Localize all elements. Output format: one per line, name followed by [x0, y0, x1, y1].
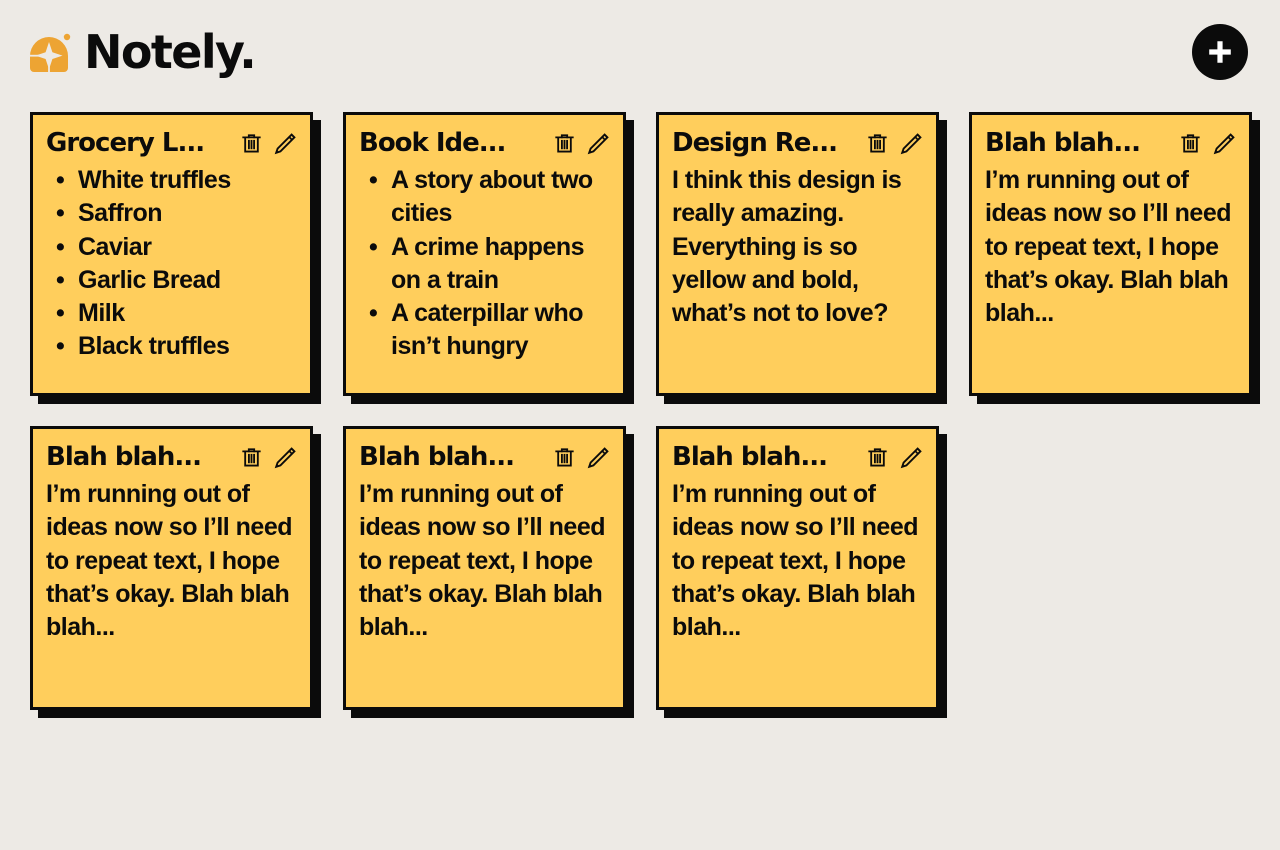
- note-body: I’m running out of ideas now so I’ll nee…: [985, 166, 1232, 328]
- note-list-item: Caviar: [50, 231, 297, 265]
- note-list-item: Black truffles: [50, 330, 297, 364]
- note-card[interactable]: Blah blah... I’m running out of ideas now…: [656, 426, 939, 710]
- note-title: Design Re...: [672, 129, 838, 158]
- add-note-button[interactable]: [1192, 24, 1248, 80]
- pencil-icon[interactable]: [1212, 131, 1236, 157]
- note-header: Blah blah...: [672, 443, 923, 472]
- notes-grid: Grocery L... White trufflesSaffronCaviarG…: [30, 112, 1258, 710]
- note-header: Blah blah...: [359, 443, 610, 472]
- note-header: Grocery L...: [46, 129, 297, 158]
- note-card[interactable]: Book Ide... A story about two citiesA cri…: [343, 112, 626, 396]
- note-title: Grocery L...: [46, 129, 205, 158]
- note-list: A story about two citiesA crime happens …: [359, 164, 610, 364]
- note-header: Blah blah...: [46, 443, 297, 472]
- note-list-item: Milk: [50, 297, 297, 331]
- note-title: Blah blah...: [46, 443, 202, 472]
- brand: Notely.: [26, 22, 257, 82]
- pencil-icon[interactable]: [899, 131, 923, 157]
- note-title: Blah blah...: [359, 443, 515, 472]
- note-card[interactable]: Grocery L... White trufflesSaffronCaviarG…: [30, 112, 313, 396]
- note-card[interactable]: Design Re... I think this design is reall…: [656, 112, 939, 396]
- note-title: Blah blah...: [985, 129, 1141, 158]
- pencil-icon[interactable]: [586, 131, 610, 157]
- note-list: White trufflesSaffronCaviarGarlic BreadM…: [46, 164, 297, 364]
- note-card[interactable]: Blah blah... I’m running out of ideas now…: [969, 112, 1252, 396]
- pencil-icon[interactable]: [586, 445, 610, 471]
- trash-icon[interactable]: [239, 445, 263, 471]
- note-actions: [552, 131, 610, 157]
- trash-icon[interactable]: [552, 131, 576, 157]
- note-list-item: A story about two cities: [363, 164, 610, 231]
- note-list-item: A crime happens on a train: [363, 231, 610, 298]
- note-body: I’m running out of ideas now so I’ll nee…: [46, 480, 293, 642]
- note-actions: [239, 131, 297, 157]
- note-list-item: A caterpillar who isn’t hungry: [363, 297, 610, 364]
- brand-name: Notely.: [84, 25, 257, 79]
- sparkle-arch-logo-icon: [26, 30, 72, 76]
- note-actions: [865, 445, 923, 471]
- note-actions: [865, 131, 923, 157]
- note-actions: [552, 445, 610, 471]
- pencil-icon[interactable]: [273, 131, 297, 157]
- note-card[interactable]: Blah blah... I’m running out of ideas now…: [30, 426, 313, 710]
- trash-icon[interactable]: [552, 445, 576, 471]
- pencil-icon[interactable]: [273, 445, 297, 471]
- note-list-item: White truffles: [50, 164, 297, 198]
- note-title: Book Ide...: [359, 129, 506, 158]
- trash-icon[interactable]: [865, 445, 889, 471]
- note-body: I’m running out of ideas now so I’ll nee…: [672, 480, 919, 642]
- note-list-item: Saffron: [50, 197, 297, 231]
- note-body: I’m running out of ideas now so I’ll nee…: [359, 480, 606, 642]
- note-card[interactable]: Blah blah... I’m running out of ideas now…: [343, 426, 626, 710]
- note-header: Book Ide...: [359, 129, 610, 158]
- trash-icon[interactable]: [865, 131, 889, 157]
- note-body: I think this design is really amazing. E…: [672, 166, 902, 328]
- note-actions: [239, 445, 297, 471]
- trash-icon[interactable]: [239, 131, 263, 157]
- trash-icon[interactable]: [1178, 131, 1202, 157]
- app-header: Notely.: [0, 0, 1280, 104]
- note-title: Blah blah...: [672, 443, 828, 472]
- note-header: Design Re...: [672, 129, 923, 158]
- plus-icon: [1206, 38, 1234, 66]
- note-actions: [1178, 131, 1236, 157]
- note-header: Blah blah...: [985, 129, 1236, 158]
- note-list-item: Garlic Bread: [50, 264, 297, 298]
- pencil-icon[interactable]: [899, 445, 923, 471]
